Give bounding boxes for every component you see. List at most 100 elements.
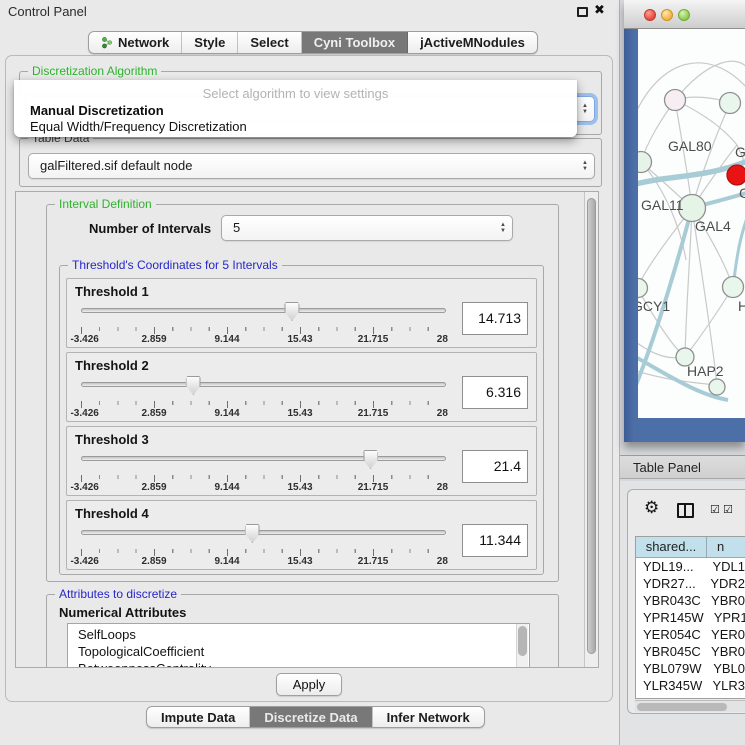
node-label: H <box>738 298 745 314</box>
combo-stepper-icon: ▲▼ <box>582 103 588 115</box>
minimize-traffic-light-icon[interactable] <box>661 9 673 21</box>
slider-tick-labels: -3.426 2.859 9.144 15.43 21.715 28 <box>81 408 446 419</box>
tab-jactivemnodules[interactable]: jActiveMNodules <box>408 32 537 53</box>
table-row[interactable]: YPR145WYPR1 <box>636 609 745 626</box>
tick-label: 28 <box>437 334 448 345</box>
node-gcy1[interactable] <box>638 279 648 298</box>
threshold-2-label: Threshold 2 <box>75 358 528 373</box>
table-data-combobox[interactable]: galFiltered.sif default node ▲▼ <box>28 153 595 179</box>
menu-item-manual-discretization[interactable]: Manual Discretization <box>30 103 164 118</box>
node-label: HAP2 <box>687 363 724 379</box>
node-label: C <box>739 185 745 201</box>
settings-vertical-scrollbar[interactable] <box>584 192 598 667</box>
zoom-traffic-light-icon[interactable] <box>678 9 690 21</box>
node-red-selected[interactable] <box>727 165 745 185</box>
slider-track[interactable] <box>81 308 446 313</box>
slider-track[interactable] <box>81 456 446 461</box>
scrollbar-thumb[interactable] <box>587 198 596 654</box>
node-bottom-right[interactable] <box>709 379 725 395</box>
attributes-list-scrollbar[interactable] <box>516 624 528 668</box>
node-gal80[interactable] <box>665 90 686 111</box>
thresholds-group-title: Threshold's Coordinates for 5 Intervals <box>68 258 282 272</box>
threshold-3-panel: Threshold 3 -3.426 2.859 9.144 <box>66 426 537 496</box>
tick-label: 2.859 <box>141 482 166 493</box>
network-view-window: GAL80 GA C GAL11 GAL4 GCY1 H HAP2 <box>624 0 745 442</box>
slider-thumb[interactable] <box>186 376 201 395</box>
close-traffic-light-icon[interactable] <box>644 9 656 21</box>
threshold-4-label: Threshold 4 <box>75 506 528 521</box>
tab-network[interactable]: Network <box>89 32 182 53</box>
slider-thumb[interactable] <box>245 524 260 543</box>
close-icon[interactable]: ✖ <box>594 2 605 18</box>
tab-cyni-toolbox-label: Cyni Toolbox <box>314 35 395 50</box>
tick-label: 9.144 <box>214 334 239 345</box>
gear-icon[interactable]: ⚙ <box>644 498 659 518</box>
cyni-bottom-tabs: Impute Data Discretize Data Infer Networ… <box>146 706 485 728</box>
threshold-1-value-field[interactable]: 14.713 <box>462 302 528 335</box>
numerical-attributes-label: Numerical Attributes <box>59 605 186 620</box>
tick-label: 9.144 <box>214 556 239 567</box>
combo-stepper-icon: ▲▼ <box>582 160 588 172</box>
list-item[interactable]: SelfLoops <box>68 624 529 643</box>
float-window-icon[interactable] <box>577 7 588 17</box>
apply-button[interactable]: Apply <box>276 673 342 696</box>
checkbox-icon[interactable]: ☑ <box>723 503 733 516</box>
number-of-intervals-label: Number of Intervals <box>89 221 211 236</box>
cyni-toolbox-panel: Discretization Algorithm ▲▼ Table Data g… <box>5 55 613 702</box>
tick-label: 21.715 <box>358 482 389 493</box>
settings-scrollpane: Interval Definition Number of Intervals … <box>15 191 599 668</box>
threshold-4-value-field[interactable]: 11.344 <box>462 524 528 557</box>
table-horizontal-scrollbar[interactable] <box>635 700 745 712</box>
menu-item-equal-width-frequency[interactable]: Equal Width/Frequency Discretization <box>30 119 247 134</box>
tab-cyni-toolbox[interactable]: Cyni Toolbox <box>302 32 408 53</box>
tab-discretize-data[interactable]: Discretize Data <box>250 707 372 727</box>
slider-thumb[interactable] <box>363 450 378 469</box>
threshold-2-slider[interactable]: -3.426 2.859 9.144 15.43 21.715 28 <box>79 374 448 418</box>
threshold-1-slider[interactable]: -3.426 2.859 9.144 15.43 21.715 28 <box>79 300 448 344</box>
network-canvas[interactable]: GAL80 GA C GAL11 GAL4 GCY1 H HAP2 <box>638 29 745 418</box>
tab-style[interactable]: Style <box>182 32 238 53</box>
columns-icon[interactable] <box>677 503 694 518</box>
checkbox-icon[interactable]: ☑ <box>710 503 720 516</box>
control-panel-titlebar: Control Panel ✖ <box>0 0 619 24</box>
table-row[interactable]: YIL052CYIL0 <box>636 694 745 699</box>
table-row[interactable]: YBR045CYBR0 <box>636 643 745 660</box>
tick-label: 28 <box>437 408 448 419</box>
tab-impute-data[interactable]: Impute Data <box>147 707 250 727</box>
tick-label: 15.43 <box>287 408 312 419</box>
numerical-attributes-list: SelfLoops TopologicalCoefficient Between… <box>67 623 530 668</box>
node-top-right[interactable] <box>720 93 741 114</box>
table-row[interactable]: YDR27...YDR2 <box>636 575 745 592</box>
slider-thumb[interactable] <box>284 302 299 321</box>
threshold-3-value-field[interactable]: 21.4 <box>462 450 528 483</box>
tick-label: -3.426 <box>70 556 98 567</box>
number-of-intervals-combobox[interactable]: 5 ▲▼ <box>221 215 513 241</box>
network-graph: GAL80 GA C GAL11 GAL4 GCY1 H HAP2 <box>638 29 745 418</box>
list-item[interactable]: BetweennessCentrality <box>68 660 529 668</box>
node-label: GAL4 <box>695 218 731 234</box>
column-header-shared-name[interactable]: shared... <box>636 537 707 557</box>
threshold-3-slider[interactable]: -3.426 2.859 9.144 15.43 21.715 28 <box>79 448 448 492</box>
threshold-4-slider[interactable]: -3.426 2.859 9.144 15.43 21.715 28 <box>79 522 448 566</box>
table-row[interactable]: YER054CYER0 <box>636 626 745 643</box>
slider-track[interactable] <box>81 382 446 387</box>
node-right[interactable] <box>723 277 744 298</box>
tab-select[interactable]: Select <box>238 32 301 53</box>
tick-label: 2.859 <box>141 334 166 345</box>
threshold-2-value-field[interactable]: 6.316 <box>462 376 528 409</box>
table-row[interactable]: YBR043CYBR0 <box>636 592 745 609</box>
scrollbar-thumb[interactable] <box>637 703 727 711</box>
slider-track[interactable] <box>81 530 446 535</box>
table-row[interactable]: YLR345WYLR3 <box>636 677 745 694</box>
tab-style-label: Style <box>194 35 225 50</box>
tab-infer-network[interactable]: Infer Network <box>373 707 484 727</box>
list-item[interactable]: TopologicalCoefficient <box>68 643 529 660</box>
algorithm-placeholder: Select algorithm to view settings <box>14 86 577 101</box>
column-header-name[interactable]: n <box>707 537 745 557</box>
table-row[interactable]: YDL19...YDL1 <box>636 558 745 575</box>
attributes-group-title: Attributes to discretize <box>55 587 181 601</box>
table-row[interactable]: YBL079WYBL0 <box>636 660 745 677</box>
table-data-value: galFiltered.sif default node <box>40 158 192 173</box>
tick-label: 2.859 <box>141 556 166 567</box>
slider-tick-labels: -3.426 2.859 9.144 15.43 21.715 28 <box>81 482 446 493</box>
